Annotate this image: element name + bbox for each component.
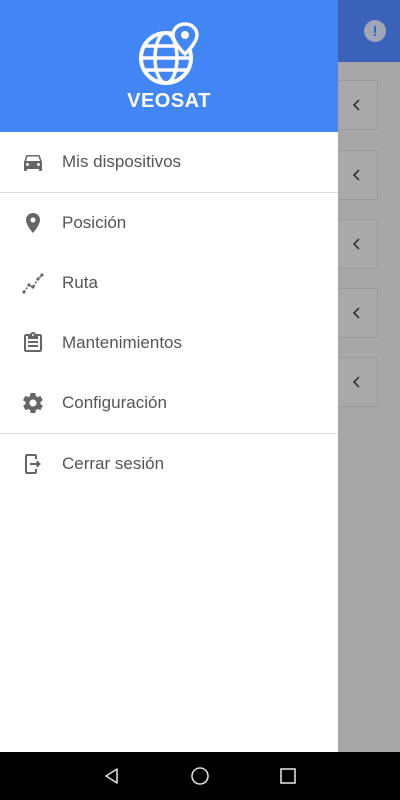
chevron-left-icon <box>352 376 360 388</box>
menu-item-configuracion[interactable]: Configuración <box>0 373 338 433</box>
gear-icon <box>20 390 46 416</box>
clipboard-icon <box>20 330 46 356</box>
route-icon <box>20 270 46 296</box>
logout-icon <box>20 451 46 477</box>
menu-item-label: Cerrar sesión <box>62 454 165 473</box>
background-list-item <box>336 80 378 130</box>
drawer-header: VEOSAT <box>0 0 338 132</box>
chevron-left-icon <box>352 99 360 111</box>
home-icon[interactable] <box>188 764 212 788</box>
menu-item-label: Mis dispositivos <box>62 152 182 171</box>
background-list-item <box>336 357 378 407</box>
menu-item-label: Mantenimientos <box>62 333 183 352</box>
chevron-left-icon <box>352 238 360 250</box>
chevron-left-icon <box>352 307 360 319</box>
menu-item-label: Ruta <box>62 273 98 292</box>
menu-item-posicion[interactable]: Posición <box>0 193 338 253</box>
map-pin-icon <box>20 210 46 236</box>
menu-item-mis-dispositivos[interactable]: Mis dispositivos <box>0 132 338 192</box>
brand-name: VEOSAT <box>127 90 211 112</box>
menu-item-ruta[interactable]: Ruta <box>0 253 338 313</box>
menu-item-cerrar-sesion[interactable]: Cerrar sesión <box>0 434 338 494</box>
recents-icon[interactable] <box>276 764 300 788</box>
background-list-item <box>336 219 378 269</box>
background-list-item <box>336 288 378 338</box>
menu-item-mantenimientos[interactable]: Mantenimientos <box>0 313 338 373</box>
globe-pin-logo-icon <box>139 22 199 85</box>
alert-icon[interactable]: ! <box>364 20 386 42</box>
chevron-left-icon <box>352 169 360 181</box>
back-icon[interactable] <box>100 764 124 788</box>
car-icon <box>20 149 46 175</box>
background-list-item <box>336 150 378 200</box>
navigation-drawer: VEOSAT Mis dispositivos Posición Ruta Ma… <box>0 0 338 752</box>
menu-item-label: Configuración <box>62 393 167 412</box>
menu-item-label: Posición <box>62 213 127 232</box>
system-navigation-bar <box>0 752 400 800</box>
